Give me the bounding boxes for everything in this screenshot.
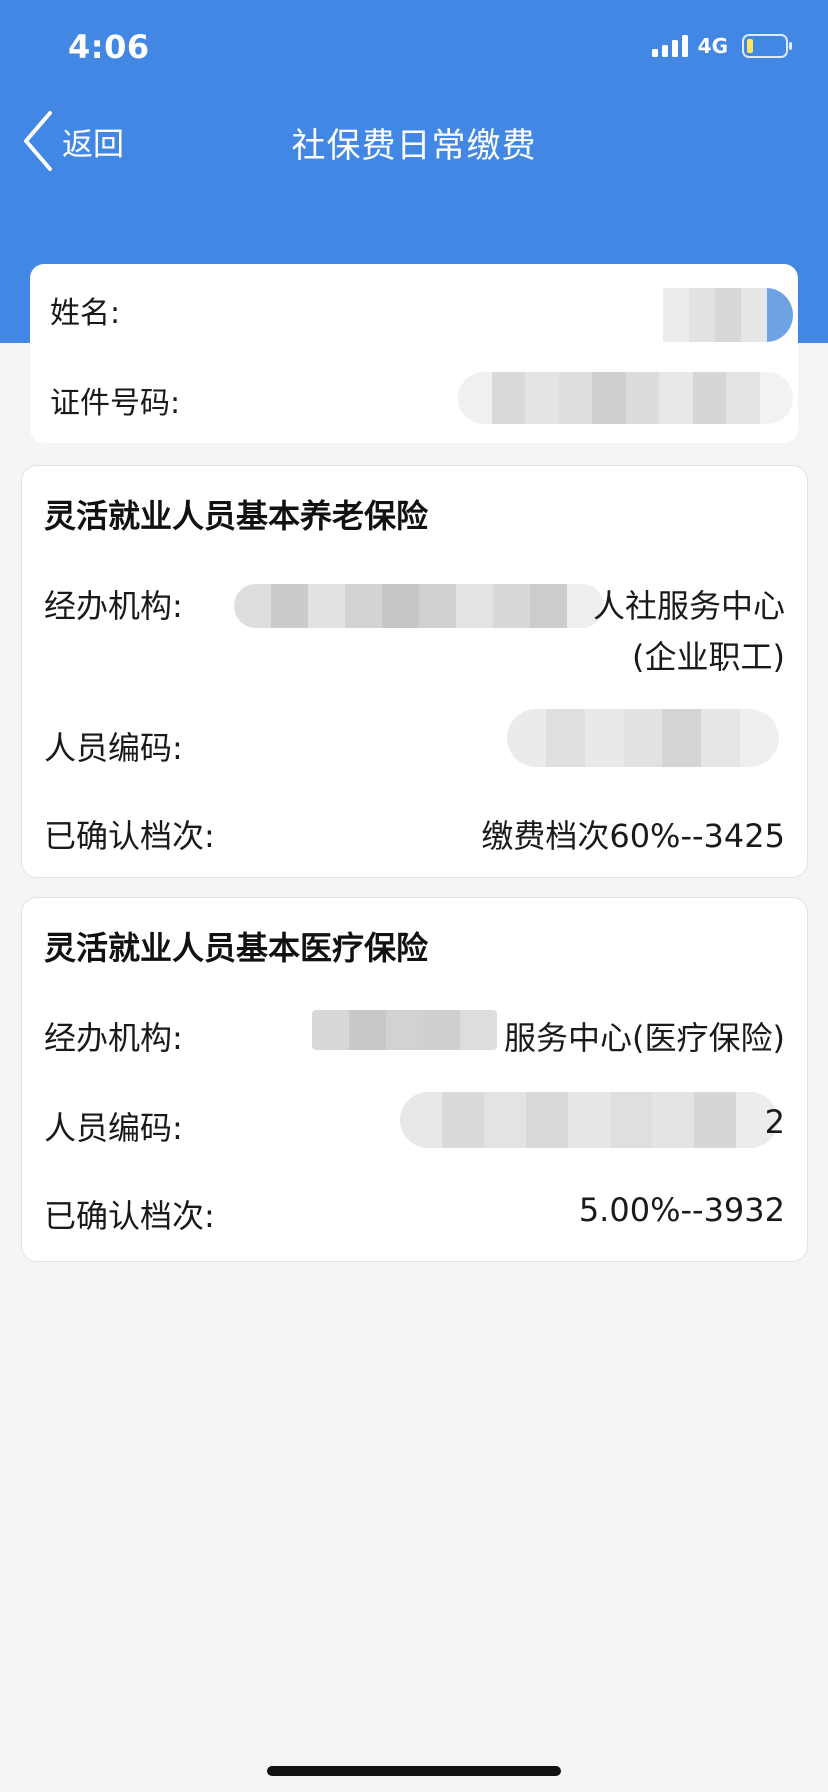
agency-value: 服务中心(医疗保险) [504, 1019, 785, 1057]
agency-value-line2: (企业职工) [632, 638, 785, 676]
person-code-redaction [400, 1092, 778, 1148]
id-number-redaction [458, 372, 793, 424]
person-code-tail: 2 [764, 1103, 785, 1141]
agency-redaction [312, 1010, 497, 1050]
identity-card: 姓名: 证件号码: [30, 264, 798, 443]
agency-label: 经办机构: [44, 1019, 183, 1057]
agency-redaction [234, 584, 604, 628]
grade-value: 缴费档次60%--3425 [481, 817, 785, 855]
medical-insurance-card: 灵活就业人员基本医疗保险 经办机构: 服务中心(医疗保险) 人员编码: 2 已确… [21, 897, 808, 1262]
card-title: 灵活就业人员基本医疗保险 [44, 929, 429, 967]
signal-bars-icon [651, 35, 688, 57]
battery-icon [742, 34, 792, 58]
status-indicators: 4G [651, 34, 794, 58]
name-label: 姓名: [50, 296, 121, 331]
grade-value: 5.00%--3932 [578, 1191, 785, 1229]
person-code-redaction [507, 709, 779, 767]
person-code-label: 人员编码: [44, 729, 183, 767]
home-indicator[interactable] [267, 1766, 561, 1776]
network-type: 4G [697, 34, 728, 58]
pension-insurance-card: 灵活就业人员基本养老保险 经办机构: 人社服务中心 (企业职工) 人员编码: 已… [21, 465, 808, 878]
card-title: 灵活就业人员基本养老保险 [44, 497, 429, 535]
status-time: 4:06 [68, 28, 150, 66]
name-redaction [663, 288, 793, 342]
person-code-label: 人员编码: [44, 1109, 183, 1147]
grade-label: 已确认档次: [44, 1197, 215, 1235]
agency-value-line1: 人社服务中心 [592, 587, 785, 625]
id-number-label: 证件号码: [50, 386, 181, 421]
page-title: 社保费日常缴费 [291, 126, 537, 166]
agency-label: 经办机构: [44, 587, 183, 625]
grade-label: 已确认档次: [44, 817, 215, 855]
